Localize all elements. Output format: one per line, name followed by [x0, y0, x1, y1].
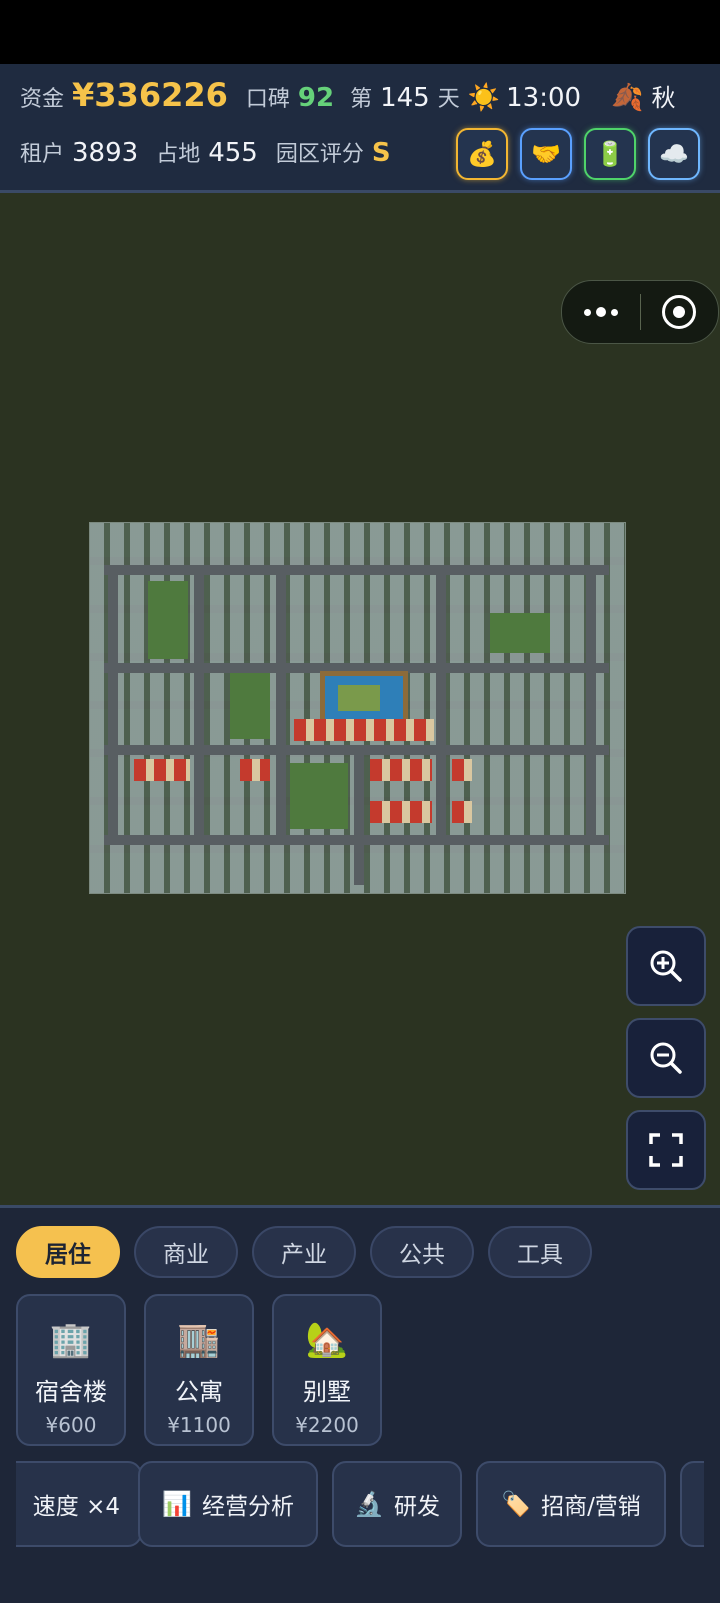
finance-button[interactable]: 💰 [456, 128, 508, 180]
business-analysis-button[interactable]: 📊 经营分析 [138, 1461, 318, 1547]
weather-button[interactable]: ☁️ [648, 128, 700, 180]
building-card-dormitory[interactable]: 🏢 宿舍楼 ¥600 [16, 1294, 126, 1446]
building-name: 公寓 [175, 1378, 223, 1406]
map-road [436, 565, 446, 845]
money-bag-icon: 💰 [467, 140, 497, 168]
dormitory-icon: 🏢 [49, 1320, 93, 1360]
day-prefix: 第 [350, 87, 373, 112]
season-value: 秋 [651, 84, 676, 112]
apartment-icon: 🏬 [177, 1320, 221, 1360]
speed-button[interactable]: 速度 ×4 [16, 1461, 142, 1547]
map-road [276, 565, 286, 845]
battery-icon: 🔋 [595, 140, 625, 168]
action-bar[interactable]: 速度 ×4 📊 经营分析 🔬 研发 🏷️ 招商/营销 [16, 1461, 704, 1551]
rating-label: 园区评分 [275, 142, 364, 167]
autumn-leaf-icon: 🍂 [611, 83, 644, 113]
central-plaza [338, 685, 380, 711]
building-name: 宿舍楼 [35, 1378, 107, 1406]
building-name: 别墅 [303, 1378, 351, 1406]
reputation-value: 92 [297, 83, 335, 113]
energy-button[interactable]: 🔋 [584, 128, 636, 180]
zoom-in-icon [650, 950, 682, 982]
tenants-label: 租户 [20, 142, 65, 167]
hud-stats-row: 资金 ¥336226 口碑 92 第 145 天 ☀️ 13:00 🍂 秋 [20, 76, 693, 114]
zoom-out-button[interactable] [626, 1018, 706, 1098]
tenants-value: 3893 [72, 138, 139, 168]
miniprogram-capsule [561, 280, 719, 344]
funds-label: 资金 [20, 87, 65, 112]
park-map[interactable] [89, 522, 626, 894]
map-road [104, 565, 609, 575]
research-button[interactable]: 🔬 研发 [332, 1461, 462, 1547]
sun-icon: ☀️ [467, 83, 501, 113]
fullscreen-button[interactable] [626, 1110, 706, 1190]
building-card-villa[interactable]: 🏡 别墅 ¥2200 [272, 1294, 382, 1446]
building-card-apartment[interactable]: 🏬 公寓 ¥1100 [144, 1294, 254, 1446]
build-panel: 居住 商业 产业 公共 工具 🏢 宿舍楼 ¥600 🏬 公寓 ¥1100 🏡 别… [0, 1205, 720, 1603]
funds-value: ¥336226 [72, 76, 228, 114]
villa-row [452, 801, 472, 823]
target-dot [673, 306, 685, 318]
more-dots-icon [584, 308, 591, 316]
tag-icon: 🏷️ [501, 1490, 532, 1518]
map-road [108, 565, 118, 845]
building-price: ¥2200 [295, 1413, 359, 1437]
map-road [586, 565, 596, 845]
cloud-icon: ☁️ [659, 140, 689, 168]
map-park [148, 581, 188, 659]
zoom-in-button[interactable] [626, 926, 706, 1006]
target-circle-icon [662, 295, 696, 329]
villa-row [370, 801, 432, 823]
villa-row [452, 759, 472, 781]
handshake-icon: 🤝 [531, 140, 561, 168]
more-dots-icon-end [611, 308, 618, 316]
building-price: ¥1100 [167, 1413, 231, 1437]
building-price: ¥600 [45, 1413, 97, 1437]
villa-row [294, 719, 434, 741]
rating-value: S [371, 138, 391, 168]
reputation-label: 口碑 [245, 87, 290, 112]
villa-row [240, 759, 270, 781]
business-analysis-label: 经营分析 [201, 1494, 294, 1520]
day-value: 145 [380, 83, 430, 113]
partnership-button[interactable]: 🤝 [520, 128, 572, 180]
system-status-bar [0, 0, 720, 64]
more-dots-icon-center [596, 307, 606, 317]
bar-chart-icon: 📊 [162, 1490, 192, 1518]
fullscreen-icon [649, 1133, 683, 1167]
game-time: 13:00 [506, 83, 582, 113]
tab-industry[interactable]: 产业 [252, 1226, 356, 1278]
land-label: 占地 [156, 142, 201, 167]
more-actions-button[interactable] [680, 1461, 704, 1547]
day-suffix: 天 [437, 87, 460, 112]
tab-tools[interactable]: 工具 [488, 1226, 592, 1278]
close-miniprogram-button[interactable] [641, 295, 717, 329]
hud-park-row: 租户 3893 占地 455 园区评分 S [20, 136, 391, 168]
marketing-label: 招商/营销 [541, 1494, 641, 1520]
map-park [490, 613, 550, 653]
tab-commercial[interactable]: 商业 [134, 1226, 238, 1278]
villa-icon: 🏡 [305, 1320, 349, 1360]
map-park [290, 763, 348, 829]
marketing-button[interactable]: 🏷️ 招商/营销 [476, 1461, 666, 1547]
map-road [194, 565, 204, 845]
map-road [354, 745, 364, 885]
research-label: 研发 [393, 1494, 440, 1520]
speed-label: 速度 ×4 [32, 1494, 120, 1520]
map-park [230, 673, 270, 739]
tab-residential[interactable]: 居住 [16, 1226, 120, 1278]
microscope-icon: 🔬 [354, 1490, 384, 1518]
tab-public[interactable]: 公共 [370, 1226, 474, 1278]
more-menu-button[interactable] [562, 307, 640, 317]
zoom-out-icon [650, 1042, 682, 1074]
villa-row [370, 759, 432, 781]
land-value: 455 [208, 138, 258, 168]
villa-row [134, 759, 190, 781]
